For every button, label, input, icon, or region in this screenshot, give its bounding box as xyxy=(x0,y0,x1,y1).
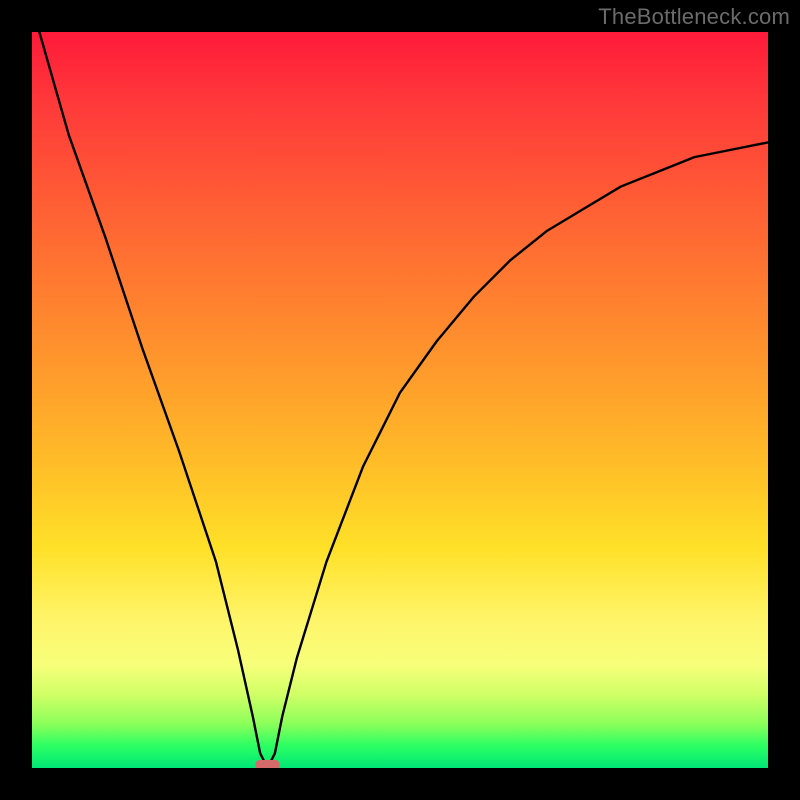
plot-area xyxy=(32,32,768,768)
curve-svg xyxy=(32,32,768,768)
chart-frame: TheBottleneck.com xyxy=(0,0,800,800)
bottleneck-curve xyxy=(39,32,768,768)
watermark-text: TheBottleneck.com xyxy=(598,4,790,30)
minimum-marker xyxy=(256,760,280,768)
